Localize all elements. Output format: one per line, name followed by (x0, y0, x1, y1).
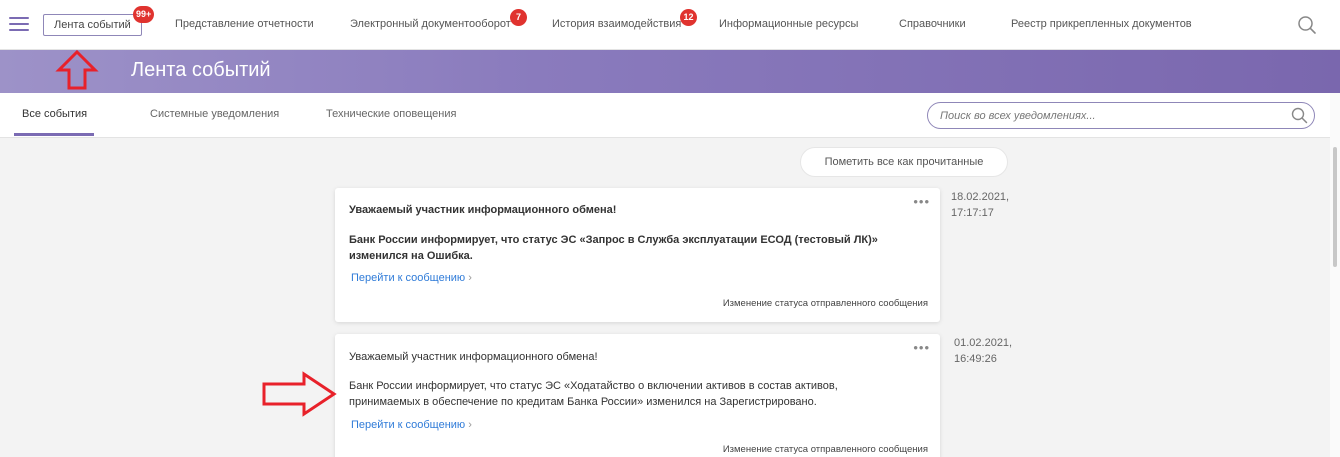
event-greeting: Уважаемый участник информационного обмен… (349, 204, 617, 216)
history-badge: 12 (680, 9, 697, 26)
mark-all-read-button[interactable]: Пометить все как прочитанные (800, 147, 1008, 177)
search-icon[interactable] (1296, 14, 1318, 36)
more-options-icon[interactable]: ••• (913, 194, 930, 209)
event-date: 01.02.2021, 16:49:26 (954, 335, 1012, 367)
edo-badge: 7 (510, 9, 527, 26)
go-to-message-link[interactable]: Перейти к сообщению › (351, 272, 472, 284)
top-navigation: Лента событий 99+ Представление отчетнос… (0, 0, 1340, 50)
event-card[interactable]: ••• Уважаемый участник информационного о… (335, 188, 940, 322)
nav-item-document-registry[interactable]: Реестр прикрепленных документов (1011, 18, 1192, 30)
event-feed-badge: 99+ (133, 6, 155, 23)
nav-item-info-resources[interactable]: Информационные ресурсы (719, 18, 858, 30)
go-to-message-link[interactable]: Перейти к сообщению › (351, 419, 472, 431)
event-date-time: 17:17:17 (951, 207, 994, 219)
more-options-icon[interactable]: ••• (913, 340, 930, 355)
scrollbar[interactable] (1330, 93, 1340, 457)
active-tab-indicator (14, 133, 94, 136)
event-body: Банк России информирует, что статус ЭС «… (349, 234, 878, 262)
chevron-right-icon: › (468, 272, 472, 284)
tab-bar: Все события Системные уведомления Технич… (0, 93, 1340, 138)
link-label: Перейти к сообщению (351, 419, 466, 431)
event-category: Изменение статуса отправленного сообщени… (722, 298, 928, 309)
event-card[interactable]: ••• Уважаемый участник информационного о… (335, 334, 940, 457)
link-label: Перейти к сообщению (351, 272, 466, 284)
event-greeting: Уважаемый участник информационного обмен… (349, 351, 598, 363)
hamburger-icon[interactable] (9, 17, 29, 33)
annotation-arrow-up-icon (55, 49, 99, 90)
nav-item-event-feed[interactable]: Лента событий (43, 14, 142, 36)
scrollbar-thumb[interactable] (1333, 147, 1337, 267)
event-body: Банк России информирует, что статус ЭС «… (349, 380, 838, 408)
search-input[interactable] (940, 107, 1270, 125)
page-header-banner: Лента событий (0, 50, 1340, 93)
tab-technical-alerts[interactable]: Технические оповещения (326, 108, 456, 120)
event-date-day: 01.02.2021, (954, 337, 1013, 349)
event-category: Изменение статуса отправленного сообщени… (722, 444, 928, 455)
event-date-day: 18.02.2021, (951, 191, 1010, 203)
nav-item-history[interactable]: История взаимодействия (552, 18, 681, 30)
search-icon[interactable] (1290, 106, 1309, 125)
tab-system-notifications[interactable]: Системные уведомления (150, 108, 279, 120)
nav-item-edo[interactable]: Электронный документооборот (350, 18, 511, 30)
event-date: 18.02.2021, 17:17:17 (951, 189, 1009, 221)
page-title: Лента событий (131, 59, 271, 81)
annotation-arrow-right-icon (262, 371, 337, 417)
nav-item-directories[interactable]: Справочники (899, 18, 966, 30)
tab-all-events[interactable]: Все события (22, 108, 87, 120)
event-date-time: 16:49:26 (954, 353, 997, 365)
notification-search (927, 102, 1315, 129)
chevron-right-icon: › (468, 419, 472, 431)
nav-item-reporting[interactable]: Представление отчетности (175, 18, 314, 30)
